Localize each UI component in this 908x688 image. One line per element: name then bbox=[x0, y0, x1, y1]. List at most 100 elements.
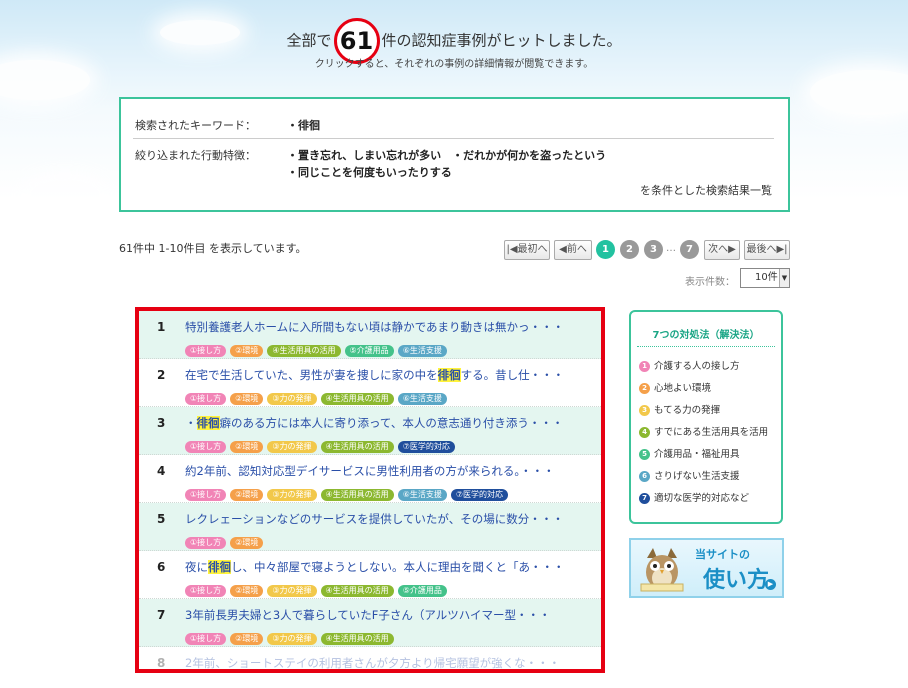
solution-item-1[interactable]: 1 介護する人の接し方 bbox=[639, 358, 740, 372]
page-1-button[interactable]: 1 bbox=[596, 240, 615, 259]
filter-label: 絞り込まれた行動特徴： bbox=[135, 149, 256, 162]
result-title-link[interactable]: 約2年前、認知対応型デイサービスに男性利用者の方が来られる。・・・ bbox=[185, 463, 595, 479]
tag-ability: ③力の発揮 bbox=[267, 393, 317, 405]
first-page-button[interactable]: |◀最初へ bbox=[504, 240, 550, 260]
result-tags: ①接し方 ②環境 ③力の発揮 ④生活用具の活用 ⑥生活支援 bbox=[185, 386, 451, 405]
result-row[interactable]: 1 特別養護老人ホームに入所間もない頃は静かであまり動きは無かっ・・・ ①接し方… bbox=[139, 311, 601, 359]
result-row[interactable]: 5 レクレェーションなどのサービスを提供していたが、その場に数分・・・ ①接し方… bbox=[139, 503, 601, 551]
result-tags: ①接し方 ②環境 ④生活用具の活用 ⑤介護用品 ⑥生活支援 bbox=[185, 338, 451, 357]
tag-life-support: ⑥生活支援 bbox=[397, 489, 447, 501]
result-number: 6 bbox=[157, 560, 166, 574]
next-icon: ▶ bbox=[728, 244, 736, 255]
result-row[interactable]: 7 3年前長男夫婦と3人で暮らしていたF子さん（アルツハイマー型・・・ ①接し方… bbox=[139, 599, 601, 647]
solutions-heading: 7つの対処法（解決法） bbox=[652, 330, 760, 341]
result-tags: ①接し方 ②環境 ③力の発揮 ④生活用具の活用 ⑦医学的対応 bbox=[185, 434, 459, 453]
result-number: 1 bbox=[157, 320, 166, 334]
divider bbox=[637, 346, 775, 347]
tag-daily-tools: ④生活用具の活用 bbox=[320, 441, 394, 453]
result-title-link[interactable]: 在宅で生活していた、男性が妻を捜しに家の中を徘徊する。昔し仕・・・ bbox=[185, 367, 595, 383]
tag-environment: ②環境 bbox=[230, 441, 264, 453]
tag-approach: ①接し方 bbox=[185, 489, 227, 501]
page-3-button[interactable]: 3 bbox=[644, 240, 663, 259]
result-row[interactable]: 8 2年前、ショートステイの利用者さんが夕方より帰宅願望が強くな・・・ bbox=[139, 647, 601, 669]
next-page-button[interactable]: 次へ▶ bbox=[704, 240, 740, 260]
tag-medical: ⑦医学的対応 bbox=[397, 441, 455, 453]
number-badge: 6 bbox=[639, 471, 650, 482]
keyword-highlight: 徘徊 bbox=[196, 416, 220, 430]
tag-daily-tools: ④生活用具の活用 bbox=[320, 489, 394, 501]
result-title-link[interactable]: 特別養護老人ホームに入所間もない頃は静かであまり動きは無かっ・・・ bbox=[185, 319, 595, 335]
result-tags: ①接し方 ②環境 ③力の発揮 ④生活用具の活用 ⑤介護用品 bbox=[185, 578, 451, 597]
last-icon: ▶| bbox=[776, 244, 788, 255]
keyword-label: 検索されたキーワード： bbox=[135, 119, 256, 132]
solution-item-3[interactable]: 3 もてる力の発揮 bbox=[639, 402, 720, 416]
tag-daily-tools: ④生活用具の活用 bbox=[320, 633, 394, 645]
tag-environment: ②環境 bbox=[230, 393, 264, 405]
result-title-link[interactable]: レクレェーションなどのサービスを提供していたが、その場に数分・・・ bbox=[185, 511, 595, 527]
tag-environment: ②環境 bbox=[230, 537, 264, 549]
solution-item-7[interactable]: 7 適切な医学的対応など bbox=[639, 490, 749, 504]
page-7-button[interactable]: 7 bbox=[680, 240, 699, 259]
tag-daily-tools: ④生活用具の活用 bbox=[267, 345, 341, 357]
tag-ability: ③力の発揮 bbox=[267, 441, 317, 453]
result-row[interactable]: 2 在宅で生活していた、男性が妻を捜しに家の中を徘徊する。昔し仕・・・ ①接し方… bbox=[139, 359, 601, 407]
tag-daily-tools: ④生活用具の活用 bbox=[320, 585, 394, 597]
solution-item-5[interactable]: 5 介護用品・福祉用具 bbox=[639, 446, 740, 460]
result-range-info: 61件中 1-10件目 を表示しています。 bbox=[119, 242, 307, 255]
tag-approach: ①接し方 bbox=[185, 585, 227, 597]
result-title-link[interactable]: 2年前、ショートステイの利用者さんが夕方より帰宅願望が強くな・・・ bbox=[185, 655, 595, 669]
result-row[interactable]: 3 ・徘徊癖のある方には本人に寄り添って、本人の意志通り付き添う・・・ ①接し方… bbox=[139, 407, 601, 455]
result-title-link[interactable]: ・徘徊癖のある方には本人に寄り添って、本人の意志通り付き添う・・・ bbox=[185, 415, 595, 431]
result-title-link[interactable]: 3年前長男夫婦と3人で暮らしていたF子さん（アルツハイマー型・・・ bbox=[185, 607, 595, 623]
filter-values: ・置き忘れ、しまい忘れが多い ・だれかが何かを盗ったという ・同じことを何度もい… bbox=[287, 147, 767, 181]
how-to-use-banner[interactable]: 当サイトの 使い方 ▶ bbox=[629, 538, 784, 598]
number-badge: 1 bbox=[639, 361, 650, 372]
tag-care-supplies: ⑤介護用品 bbox=[397, 585, 447, 597]
tag-approach: ①接し方 bbox=[185, 633, 227, 645]
result-title-link[interactable]: 夜に徘徊し、中々部屋で寝ようとしない。本人に理由を聞くと「あ・・・ bbox=[185, 559, 595, 575]
tag-environment: ②環境 bbox=[230, 585, 264, 597]
tag-approach: ①接し方 bbox=[185, 345, 227, 357]
last-page-button[interactable]: 最後へ▶| bbox=[744, 240, 790, 260]
solutions-sidebar: 7つの対処法（解決法） 1 介護する人の接し方 2 心地よい環境 3 もてる力の発揮 … bbox=[629, 310, 783, 524]
headline-suffix: 件の認知症事例がヒットしました。 bbox=[381, 31, 622, 50]
tag-life-support: ⑥生活支援 bbox=[397, 345, 447, 357]
divider bbox=[133, 138, 774, 139]
owl-mascot-icon bbox=[640, 548, 684, 592]
arrow-right-icon: ▶ bbox=[765, 579, 776, 590]
per-page-select[interactable]: 10件 ▼ bbox=[740, 268, 790, 288]
tag-life-support: ⑥生活支援 bbox=[397, 393, 447, 405]
prev-page-button[interactable]: ◀前へ bbox=[554, 240, 592, 260]
tag-environment: ②環境 bbox=[230, 345, 264, 357]
tag-approach: ①接し方 bbox=[185, 441, 227, 453]
solution-item-6[interactable]: 6 さりげない生活支援 bbox=[639, 468, 740, 482]
banner-line1: 当サイトの bbox=[695, 548, 750, 561]
tag-approach: ①接し方 bbox=[185, 537, 227, 549]
number-badge: 7 bbox=[639, 493, 650, 504]
results-list: 1 特別養護老人ホームに入所間もない頃は静かであまり動きは無かっ・・・ ①接し方… bbox=[135, 307, 605, 673]
keyword-value: ・徘徊 bbox=[287, 119, 320, 132]
headline-subtext: クリックすると、それぞれの事例の詳細情報が閲覧できます。 bbox=[314, 59, 594, 70]
solution-item-4[interactable]: 4 すでにある生活用具を活用 bbox=[639, 424, 768, 438]
dropdown-arrow-icon: ▼ bbox=[779, 269, 789, 287]
tag-ability: ③力の発揮 bbox=[267, 489, 317, 501]
tag-ability: ③力の発揮 bbox=[267, 585, 317, 597]
headline-prefix: 全部で bbox=[286, 31, 332, 50]
page-ellipsis: … bbox=[666, 243, 676, 254]
tag-environment: ②環境 bbox=[230, 489, 264, 501]
search-conditions-box: 検索されたキーワード： ・徘徊 絞り込まれた行動特徴： ・置き忘れ、しまい忘れが… bbox=[119, 97, 790, 212]
prev-icon: ◀ bbox=[559, 244, 567, 255]
keyword-highlight: 徘徊 bbox=[437, 368, 461, 382]
tag-environment: ②環境 bbox=[230, 633, 264, 645]
result-row[interactable]: 4 約2年前、認知対応型デイサービスに男性利用者の方が来られる。・・・ ①接し方… bbox=[139, 455, 601, 503]
result-row[interactable]: 6 夜に徘徊し、中々部屋で寝ようとしない。本人に理由を聞くと「あ・・・ ①接し方… bbox=[139, 551, 601, 599]
result-tags: ①接し方 ②環境 ③力の発揮 ④生活用具の活用 ⑥生活支援 ⑦医学的対応 bbox=[185, 482, 512, 501]
page-2-button[interactable]: 2 bbox=[620, 240, 639, 259]
cloud-decoration bbox=[30, 180, 100, 210]
number-badge: 2 bbox=[639, 383, 650, 394]
tag-care-supplies: ⑤介護用品 bbox=[344, 345, 394, 357]
solution-item-2[interactable]: 2 心地よい環境 bbox=[639, 380, 711, 394]
result-number: 3 bbox=[157, 416, 166, 430]
result-number: 7 bbox=[157, 608, 166, 622]
result-tags: ①接し方 ②環境 ③力の発揮 ④生活用具の活用 bbox=[185, 626, 398, 645]
